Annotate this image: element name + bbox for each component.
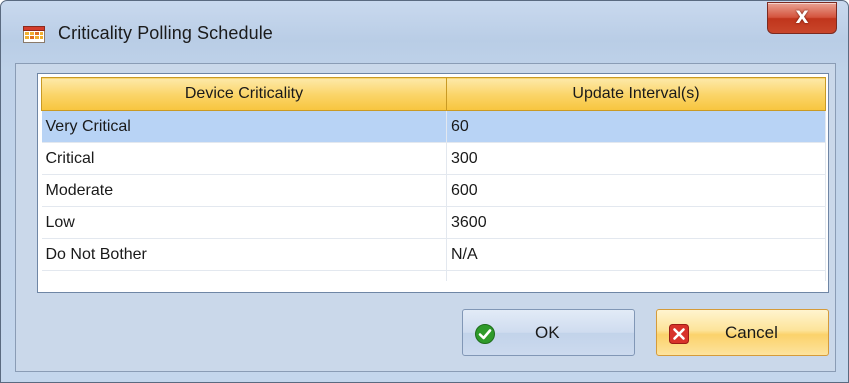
table-row[interactable]: Very Critical 60: [41, 110, 826, 143]
title-bar[interactable]: Criticality Polling Schedule X: [1, 1, 848, 65]
table-row[interactable]: Do Not Bother N/A: [41, 238, 826, 271]
column-header-device-criticality[interactable]: Device Criticality: [41, 77, 447, 111]
ok-button[interactable]: OK: [462, 309, 635, 356]
schedule-table: Device Criticality Update Interval(s) Ve…: [41, 77, 826, 281]
table-row[interactable]: Moderate 600: [41, 174, 826, 207]
window-title: Criticality Polling Schedule: [58, 23, 273, 43]
criticality-cell[interactable]: Moderate: [41, 174, 447, 207]
cancel-button[interactable]: Cancel: [656, 309, 829, 356]
calendar-grid-icon: [23, 26, 45, 43]
close-icon: X: [795, 8, 809, 28]
interval-cell[interactable]: 60: [446, 110, 826, 143]
table-row[interactable]: Critical 300: [41, 142, 826, 175]
schedule-grid: Device Criticality Update Interval(s) Ve…: [37, 73, 829, 293]
column-header-update-interval[interactable]: Update Interval(s): [446, 77, 826, 111]
green-check-icon: [475, 324, 495, 344]
dialog-window: Criticality Polling Schedule X Device Cr…: [0, 0, 849, 383]
table-row[interactable]: Low 3600: [41, 206, 826, 239]
cancel-button-label: Cancel: [725, 323, 778, 342]
red-x-icon: [669, 324, 689, 344]
ok-button-label: OK: [535, 323, 560, 342]
header-row: Device Criticality Update Interval(s): [41, 77, 826, 111]
criticality-cell[interactable]: Critical: [41, 142, 447, 175]
criticality-cell[interactable]: Do Not Bother: [41, 238, 447, 271]
interval-cell[interactable]: N/A: [446, 238, 826, 271]
interval-cell[interactable]: 3600: [446, 206, 826, 239]
empty-grid-area: [41, 270, 826, 281]
close-button[interactable]: X: [767, 2, 837, 34]
interval-cell[interactable]: 300: [446, 142, 826, 175]
criticality-cell[interactable]: Low: [41, 206, 447, 239]
dialog-body: Device Criticality Update Interval(s) Ve…: [15, 63, 836, 372]
criticality-cell[interactable]: Very Critical: [41, 110, 447, 143]
interval-cell[interactable]: 600: [446, 174, 826, 207]
